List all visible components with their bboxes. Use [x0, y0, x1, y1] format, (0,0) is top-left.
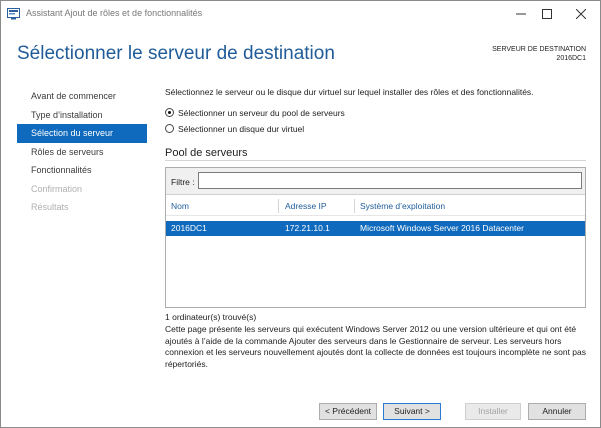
radio-unselected-icon[interactable] [165, 124, 174, 133]
heading-divider [165, 160, 586, 161]
title-bar[interactable]: Assistant Ajout de rôles et de fonctionn… [1, 1, 600, 27]
cancel-button[interactable]: Annuler [528, 403, 586, 420]
server-manager-icon [7, 8, 20, 20]
filter-bar: Filtre : [166, 168, 585, 195]
radio-server-pool-option[interactable]: Sélectionner un serveur du pool de serve… [165, 108, 345, 118]
maximize-button[interactable] [531, 1, 563, 27]
close-button[interactable] [565, 1, 597, 27]
step-confirmation: Confirmation [31, 183, 83, 194]
radio-vhd-option[interactable]: Sélectionner un disque dur virtuel [165, 124, 304, 134]
server-pool-list: Filtre : Nom Adresse IP Système d’exploi… [165, 167, 586, 308]
filter-label: Filtre : [171, 177, 195, 187]
install-button: Installer [465, 403, 521, 420]
cell-server-name: 2016DC1 [171, 223, 207, 233]
intro-text: Sélectionnez le serveur ou le disque dur… [165, 87, 534, 97]
step-type-installation[interactable]: Type d’installation [17, 106, 147, 125]
wizard-steps-nav: Avant de commencer Type d’installation S… [17, 87, 147, 217]
column-separator[interactable] [278, 199, 279, 213]
cell-operating-system: Microsoft Windows Server 2016 Datacenter [360, 223, 524, 233]
cell-ip-address: 172.21.10.1 [285, 223, 330, 233]
description-text: Cette page présente les serveurs qui exé… [165, 324, 587, 369]
minimize-icon [516, 13, 526, 15]
destination-server-label: SERVEUR DE DESTINATION [492, 46, 586, 53]
server-pool-heading: Pool de serveurs [165, 147, 248, 159]
destination-server-name: 2016DC1 [556, 55, 586, 62]
next-button[interactable]: Suivant > [383, 403, 441, 420]
step-resultats: Résultats [31, 202, 69, 212]
column-header-ip[interactable]: Adresse IP [285, 198, 327, 214]
table-row[interactable]: 2016DC1 172.21.10.1 Microsoft Windows Se… [166, 221, 585, 236]
step-selection-serveur[interactable]: Sélection du serveur [17, 124, 147, 143]
step-avant-de-commencer[interactable]: Avant de commencer [17, 87, 147, 106]
close-icon [576, 9, 586, 19]
server-count: 1 ordinateur(s) trouvé(s) [165, 312, 257, 322]
filter-input[interactable] [198, 172, 582, 189]
previous-button[interactable]: < Précédent [319, 403, 377, 420]
page-title: Sélectionner le serveur de destination [17, 43, 335, 64]
wizard-window: Assistant Ajout de rôles et de fonctionn… [0, 0, 601, 428]
column-separator[interactable] [354, 199, 355, 213]
step-fonctionnalites[interactable]: Fonctionnalités [17, 161, 147, 180]
radio-vhd-label: Sélectionner un disque dur virtuel [178, 124, 305, 134]
maximize-icon [542, 9, 552, 19]
header-divider [166, 215, 585, 216]
column-header-os[interactable]: Système d’exploitation [360, 198, 445, 214]
column-header-name[interactable]: Nom [171, 198, 189, 214]
step-roles-serveurs[interactable]: Rôles de serveurs [17, 143, 147, 162]
radio-selected-icon[interactable] [165, 108, 174, 117]
radio-server-pool-label: Sélectionner un serveur du pool de serve… [178, 108, 345, 118]
window-title: Assistant Ajout de rôles et de fonctionn… [26, 8, 203, 18]
